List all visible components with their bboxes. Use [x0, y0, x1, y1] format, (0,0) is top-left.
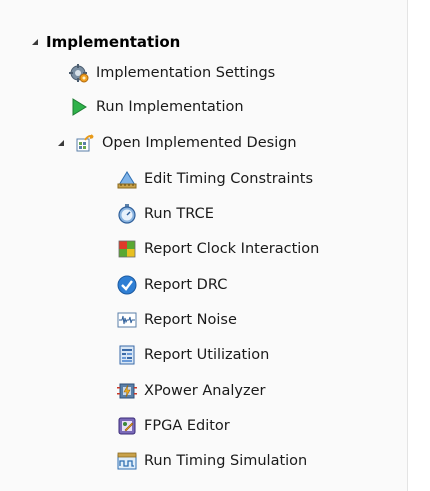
play-run-icon — [69, 97, 89, 117]
utilization-report-icon — [117, 345, 137, 365]
tree-item-label: Open Implemented Design — [102, 135, 297, 151]
tree-item-label: Report Clock Interaction — [144, 241, 320, 257]
flow-navigator-panel: Implementation Implementation Settings R… — [0, 0, 408, 491]
tree-item-label: Run Implementation — [96, 99, 244, 115]
tree-item-run-timing-simulation[interactable]: Run Timing Simulation — [117, 446, 307, 476]
tree-item-report-utilization[interactable]: Report Utilization — [117, 340, 269, 370]
tree-item-edit-timing-constraints[interactable]: Edit Timing Constraints — [117, 164, 313, 194]
tree-item-label: Implementation Settings — [96, 65, 276, 81]
tree-item-label: FPGA Editor — [144, 418, 230, 434]
noise-waveform-icon — [117, 310, 137, 330]
timing-constraints-icon — [117, 169, 137, 189]
tree-item-implementation-settings[interactable]: Implementation Settings — [69, 58, 275, 88]
tree-node-implementation[interactable]: Implementation — [32, 27, 180, 57]
expanded-arrow-icon[interactable] — [32, 39, 38, 45]
timing-simulation-icon — [117, 451, 137, 471]
tree-item-label: Report Noise — [144, 312, 237, 328]
stopwatch-icon — [117, 204, 137, 224]
clock-interaction-grid-icon — [117, 239, 137, 259]
tree-item-label: Run TRCE — [144, 206, 214, 222]
tree-item-report-noise[interactable]: Report Noise — [117, 305, 237, 335]
tree-item-report-drc[interactable]: Report DRC — [117, 270, 227, 300]
tree-item-label: Report DRC — [144, 277, 228, 293]
tree-item-label: XPower Analyzer — [144, 383, 266, 399]
tree-item-label: Edit Timing Constraints — [144, 171, 314, 187]
tree-item-report-clock-interaction[interactable]: Report Clock Interaction — [117, 234, 319, 264]
tree-node-label: Implementation — [46, 33, 181, 51]
tree-item-run-implementation[interactable]: Run Implementation — [69, 92, 244, 122]
expanded-arrow-icon[interactable] — [58, 140, 64, 146]
xpower-analyzer-icon — [117, 381, 137, 401]
tree-node-open-implemented-design[interactable]: Open Implemented Design — [58, 128, 297, 158]
fpga-editor-icon — [117, 416, 137, 436]
tree-item-xpower-analyzer[interactable]: XPower Analyzer — [117, 376, 265, 406]
gear-settings-icon — [69, 63, 89, 83]
tree-item-label: Run Timing Simulation — [144, 453, 308, 469]
tree-item-label: Report Utilization — [144, 347, 270, 363]
check-circle-icon — [117, 275, 137, 295]
open-design-icon — [75, 133, 95, 153]
tree-item-run-trce[interactable]: Run TRCE — [117, 199, 214, 229]
tree-item-fpga-editor[interactable]: FPGA Editor — [117, 411, 230, 441]
